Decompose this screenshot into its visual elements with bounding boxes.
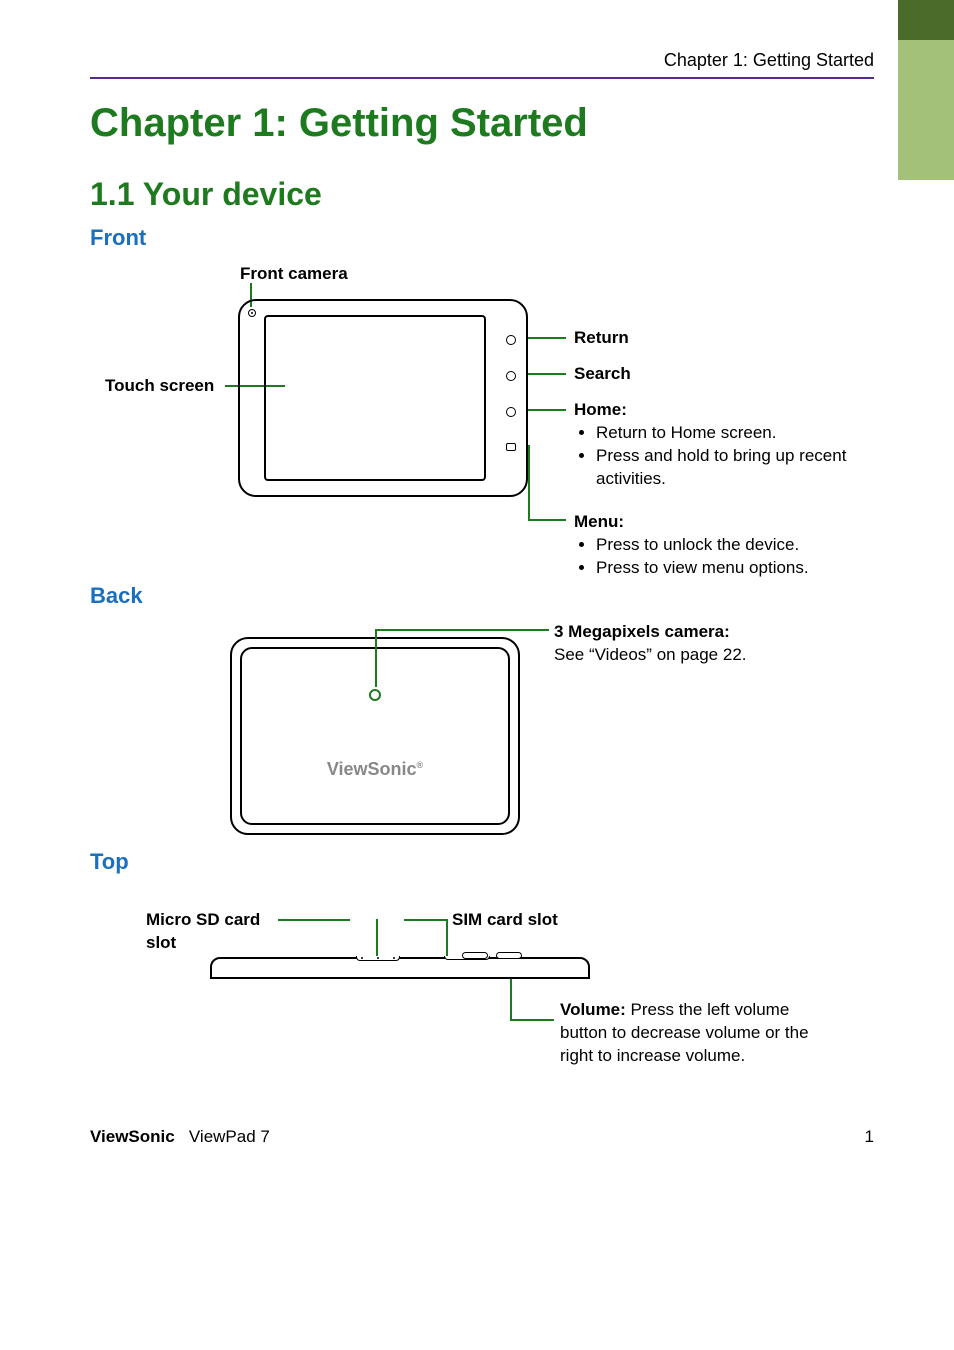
footer-brand: ViewSonic	[90, 1127, 175, 1146]
footer: ViewSonic ViewPad 7 1	[90, 1127, 874, 1147]
label-search: Search	[574, 364, 631, 383]
leader-line	[376, 919, 378, 957]
front-figure: Front camera Touch screen Return Search …	[90, 263, 874, 573]
label-rear-camera-title: 3 Megapixels camera:	[554, 622, 730, 641]
footer-page-number: 1	[865, 1127, 874, 1147]
volume-buttons-icon	[462, 952, 522, 959]
leader-line	[528, 337, 566, 339]
device-top-outline	[210, 957, 590, 979]
label-sim-slot: SIM card slot	[452, 910, 558, 929]
label-return: Return	[574, 328, 629, 347]
label-front-camera: Front camera	[240, 264, 348, 283]
rear-camera-icon	[369, 689, 381, 701]
label-rear-camera-desc: See “Videos” on page 22.	[554, 645, 747, 664]
menu-button-icon	[506, 443, 516, 451]
label-menu-title: Menu:	[574, 512, 624, 531]
search-button-icon	[506, 371, 516, 381]
leader-line	[446, 919, 448, 957]
home-item-1: Return to Home screen.	[596, 422, 854, 445]
leader-line	[278, 919, 350, 921]
back-figure: ViewSonic® 3 Megapixels camera: See “Vid…	[90, 621, 874, 841]
leader-line	[375, 629, 377, 687]
brand-logo: ViewSonic®	[327, 759, 423, 780]
section-title: 1.1 Your device	[90, 176, 874, 213]
home-item-2: Press and hold to bring up recent activi…	[596, 445, 854, 491]
top-heading: Top	[90, 849, 874, 875]
micro-sd-slot-icon	[356, 956, 400, 961]
label-home-title: Home:	[574, 400, 627, 419]
leader-line	[510, 1019, 554, 1021]
front-camera-icon	[248, 309, 256, 317]
menu-item-2: Press to view menu options.	[596, 557, 854, 580]
leader-line	[528, 519, 566, 521]
label-micro-sd: Micro SD card slot	[146, 910, 260, 952]
footer-product: ViewPad 7	[189, 1127, 270, 1146]
device-front-outline	[238, 299, 528, 497]
label-touch-screen: Touch screen	[105, 376, 214, 395]
leader-line	[510, 979, 512, 1019]
top-figure: Micro SD card slot SIM card slot Volume:…	[90, 887, 874, 1087]
menu-item-1: Press to unlock the device.	[596, 534, 854, 557]
running-header: Chapter 1: Getting Started	[90, 50, 874, 77]
return-button-icon	[506, 335, 516, 345]
header-rule	[90, 77, 874, 79]
leader-line	[528, 373, 566, 375]
label-volume-title: Volume:	[560, 1000, 631, 1019]
leader-line	[528, 445, 530, 519]
chapter-title: Chapter 1: Getting Started	[90, 101, 874, 146]
front-heading: Front	[90, 225, 874, 251]
leader-line	[375, 629, 549, 631]
leader-line	[404, 919, 446, 921]
touch-screen-outline	[264, 315, 486, 481]
leader-line	[528, 409, 566, 411]
home-button-icon	[506, 407, 516, 417]
back-heading: Back	[90, 583, 874, 609]
